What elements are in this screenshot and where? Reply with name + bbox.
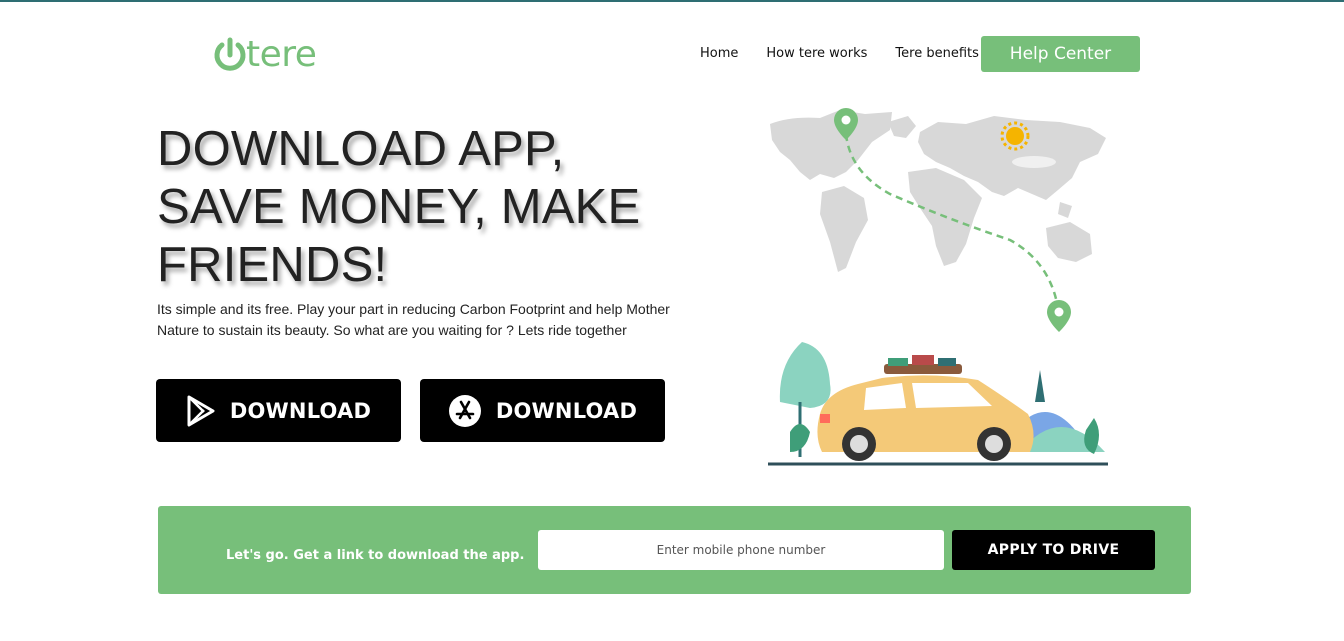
help-center-button[interactable]: Help Center — [981, 36, 1140, 72]
world-map — [770, 110, 1106, 272]
hero-title-line: FRIENDS! — [157, 238, 388, 292]
nav-home[interactable]: Home — [700, 36, 738, 72]
hero-subtitle: Its simple and its free. Play your part … — [157, 299, 677, 341]
app-store-download-button[interactable]: DOWNLOAD — [420, 379, 665, 442]
hero-subtitle-line: Nature to sustain its beauty. So what ar… — [157, 322, 627, 338]
hero-title-line: DOWNLOAD APP, — [157, 122, 565, 176]
apply-to-drive-button[interactable]: APPLY TO DRIVE — [952, 530, 1155, 570]
download-label: DOWNLOAD — [495, 398, 638, 423]
download-link-band: Let's go. Get a link to download the app… — [158, 506, 1191, 594]
hero-title-line: SAVE MONEY, MAKE — [157, 180, 641, 234]
car-icon — [817, 355, 1034, 461]
main-nav: Home How tere works Tere benefits — [700, 36, 1007, 72]
hero-subtitle-line: Its simple and its free. Play your part … — [157, 301, 670, 317]
logo[interactable]: tere — [212, 34, 317, 75]
logo-text: tere — [246, 34, 317, 75]
travel-illustration — [768, 108, 1108, 466]
google-play-icon — [187, 395, 215, 426]
cta-text: Let's go. Get a link to download the app… — [226, 548, 525, 563]
phone-number-input[interactable] — [538, 530, 944, 570]
google-play-download-button[interactable]: DOWNLOAD — [156, 379, 401, 442]
map-pin-icon — [1047, 300, 1071, 332]
nav-tere-benefits[interactable]: Tere benefits — [895, 36, 978, 72]
app-store-icon — [448, 394, 481, 427]
download-label: DOWNLOAD — [229, 398, 372, 423]
power-icon — [214, 37, 246, 71]
hero-title: DOWNLOAD APP, SAVE MONEY, MAKE FRIENDS! — [157, 120, 640, 294]
nav-how-tere-works[interactable]: How tere works — [766, 36, 867, 72]
